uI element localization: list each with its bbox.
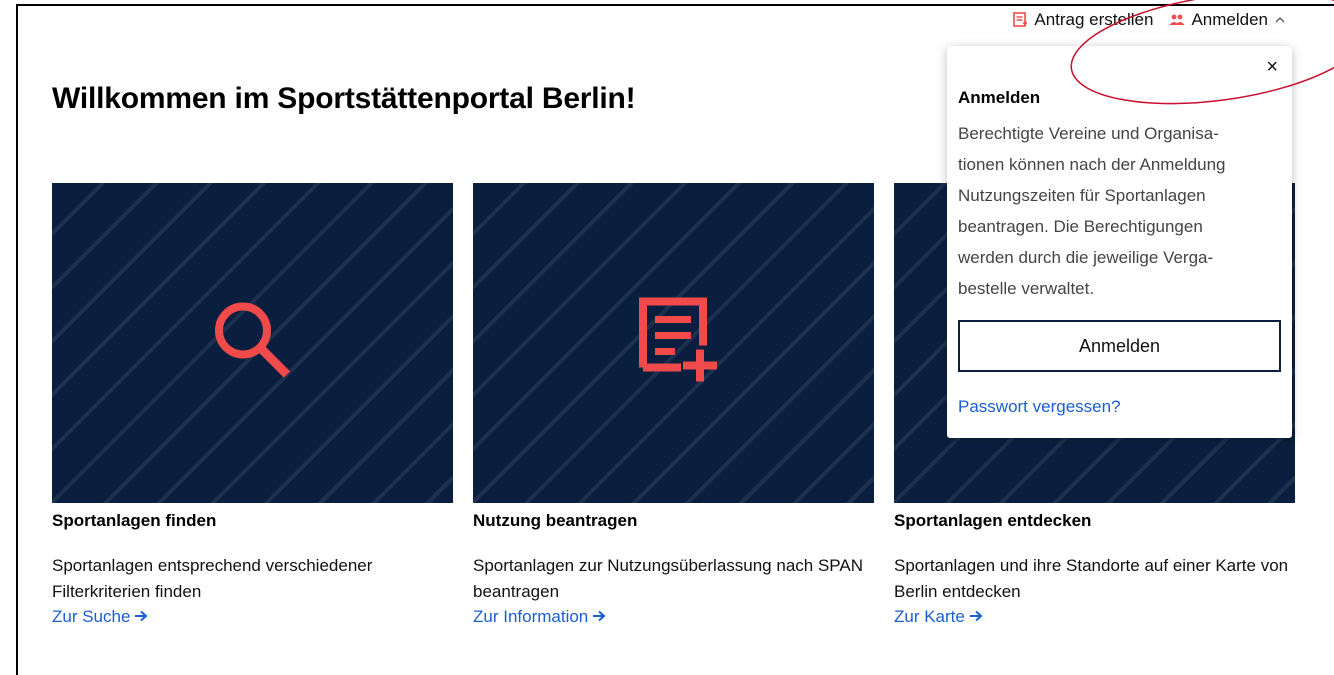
card-link-label: Zur Suche: [52, 607, 131, 626]
document-add-icon: [619, 286, 729, 401]
card-description: Sportanlagen zur Nutzungsüberlassung nac…: [473, 556, 863, 601]
search-icon: [203, 291, 303, 396]
arrow-right-icon: [969, 607, 983, 627]
document-add-icon: [1012, 12, 1028, 28]
chevron-up-icon: [1274, 15, 1286, 25]
arrow-right-icon: [134, 607, 148, 627]
link-zur-suche[interactable]: Zur Suche: [52, 607, 148, 627]
link-zur-information[interactable]: Zur Information: [473, 607, 606, 627]
card-description: Sportanlagen entsprechend verschiedener …: [52, 556, 373, 601]
card-link-label: Zur Information: [473, 607, 589, 626]
card-image: [52, 183, 453, 503]
page-title: Willkommen im Sportstättenportal Berlin!: [52, 82, 636, 115]
card-description: Sportanlagen und ihre Standorte auf eine…: [894, 556, 1289, 601]
login-popover: × Anmelden Berechtigte Vereine und Organ…: [947, 46, 1292, 438]
popover-text-line: tionen können nach der Anmeldung: [958, 155, 1226, 174]
login-button[interactable]: Anmelden: [958, 320, 1281, 372]
card-image: [473, 183, 874, 503]
nav-antrag-label: Antrag erstellen: [1034, 10, 1154, 29]
nav-anmelden[interactable]: Anmelden: [1169, 10, 1286, 30]
close-icon[interactable]: ×: [1266, 56, 1278, 79]
frame-left-border: [16, 4, 18, 675]
arrow-right-icon: [592, 607, 606, 627]
card-nutzung-beantragen: Nutzung beantragen Sportanlagen zur Nutz…: [473, 183, 874, 627]
card-title: Nutzung beantragen: [473, 511, 638, 530]
nav-antrag-erstellen[interactable]: Antrag erstellen: [1012, 10, 1153, 30]
popover-text-line: bestelle verwaltet.: [958, 279, 1095, 298]
card-sportanlagen-finden: Sportanlagen finden Sportanlagen entspre…: [52, 183, 453, 627]
card-title: Sportanlagen finden: [52, 511, 217, 530]
link-zur-karte[interactable]: Zur Karte: [894, 607, 983, 627]
users-icon: [1169, 13, 1185, 27]
top-navigation: Antrag erstellen Anmelden: [1012, 10, 1286, 30]
forgot-password-link[interactable]: Passwort vergessen?: [958, 397, 1121, 417]
popover-text-line: Nutzungszeiten für Sportanlagen: [958, 186, 1206, 205]
popover-text-line: Berechtigte Vereine und Organisa-: [958, 124, 1219, 143]
card-title: Sportanlagen entdecken: [894, 511, 1092, 530]
frame-top-border: [16, 4, 1334, 6]
popover-description: Berechtigte Vereine und Organisa- tionen…: [958, 118, 1288, 304]
popover-text-line: beantragen. Die Berechtigungen: [958, 217, 1203, 236]
card-link-label: Zur Karte: [894, 607, 965, 626]
popover-text-line: werden durch die jeweilige Verga-: [958, 248, 1214, 267]
nav-anmelden-label: Anmelden: [1191, 10, 1268, 29]
popover-title: Anmelden: [958, 88, 1041, 107]
